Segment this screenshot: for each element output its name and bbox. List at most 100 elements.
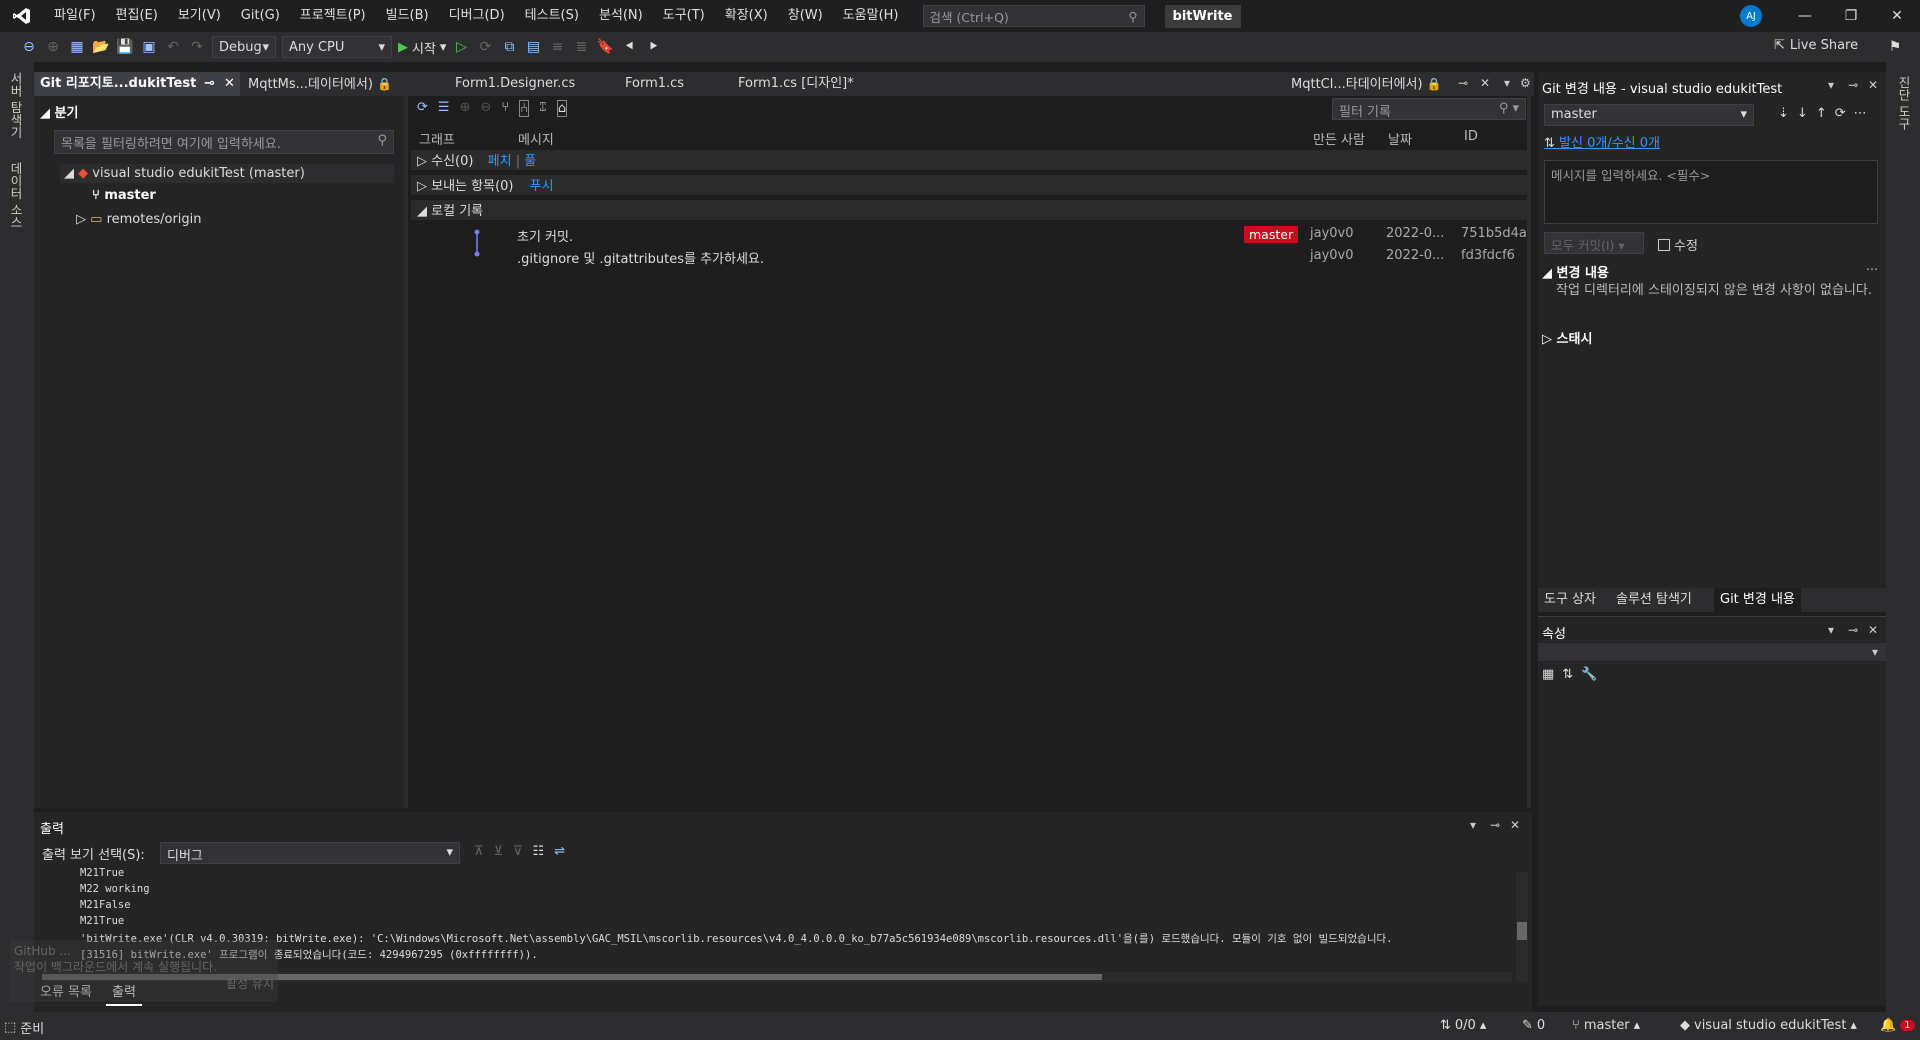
push-icon[interactable]: ↑ xyxy=(1816,106,1827,121)
repo-indicator[interactable]: ◆ visual studio edukitTest ▴ xyxy=(1680,1018,1857,1033)
tab-mqttcl[interactable]: MqttCl...타데이터에서) 🔒 xyxy=(1285,72,1485,96)
tab-git-repository[interactable]: Git 리포지토...dukitTest ⊸ ✕ xyxy=(34,72,240,96)
chevron-down-icon[interactable]: ▾ xyxy=(1828,78,1834,92)
notifications-button[interactable]: 🔔 1 xyxy=(1880,1018,1915,1033)
menu-item[interactable]: 창(W) xyxy=(778,0,833,32)
object-select[interactable]: ▾ xyxy=(1538,643,1886,661)
pin-icon[interactable]: ⊸ xyxy=(1490,818,1500,832)
menu-item[interactable]: 디버그(D) xyxy=(439,0,515,32)
branch-master[interactable]: ⑂ master xyxy=(92,188,156,203)
sync-indicator[interactable]: ⇅ 0/0 ▴ xyxy=(1440,1018,1486,1033)
pin-icon[interactable]: ⊸ xyxy=(1848,78,1858,92)
server-explorer-tab[interactable]: 서버 탐색기 xyxy=(6,72,25,138)
branches-header[interactable]: ◢ 분기 xyxy=(40,102,78,121)
bookmark-icon[interactable]: 🔖 xyxy=(596,38,614,56)
vertical-scrollbar[interactable] xyxy=(1516,872,1528,982)
layout-icon[interactable]: ▤ xyxy=(524,38,542,56)
back-icon[interactable]: ⊖ xyxy=(20,38,38,56)
next-message-icon[interactable]: ⊽ xyxy=(513,844,523,859)
pin-icon[interactable]: ⊸ xyxy=(204,72,215,96)
tab-form1-designer[interactable]: Form1.Designer.cs xyxy=(449,72,609,96)
word-wrap-icon[interactable]: ⇌ xyxy=(554,844,565,859)
start-button[interactable]: ▶ 시작 ▾ xyxy=(398,38,446,57)
remote-branches-icon[interactable]: ⑄ xyxy=(539,100,547,117)
list-icon[interactable]: ☰ xyxy=(438,100,450,117)
incoming-section[interactable]: ▷ 수신(0) 페치 | 풀 xyxy=(411,150,1527,170)
diagnostic-tools-tab[interactable]: 진단 도구 xyxy=(1894,76,1913,130)
prev-message-icon[interactable]: ⊻ xyxy=(494,844,504,859)
local-branches-icon[interactable]: ⑃ xyxy=(519,100,529,117)
tab-mqttms[interactable]: MqttMs...데이터에서) 🔒 xyxy=(242,72,432,96)
search-box[interactable]: 검색 (Ctrl+Q) ⚲ xyxy=(922,5,1145,27)
menu-item[interactable]: 빌드(B) xyxy=(376,0,439,32)
close-icon[interactable]: ✕ xyxy=(1868,78,1878,92)
bookmark-prev-icon[interactable]: ⯇ xyxy=(620,38,638,56)
more-icon[interactable]: ⋯ xyxy=(1866,262,1878,276)
hot-reload-icon[interactable]: ⟳ xyxy=(476,38,494,56)
output-source-select[interactable]: 디버그 ▾ xyxy=(160,842,460,864)
close-window-button[interactable]: ✕ xyxy=(1874,0,1920,32)
new-project-icon[interactable]: ▦ xyxy=(68,38,86,56)
gear-icon[interactable]: ⚙ xyxy=(1520,76,1531,90)
categorized-icon[interactable]: ▦ xyxy=(1542,667,1554,682)
config-select[interactable]: Debug ▾ xyxy=(212,36,276,58)
tab-form1-design[interactable]: Form1.cs [디자인]* xyxy=(732,72,912,96)
col-date[interactable]: 날짜 xyxy=(1388,129,1412,148)
remotes-origin-node[interactable]: ▷ ▭ remotes/origin xyxy=(76,212,202,227)
outgoing-section[interactable]: ▷ 보내는 항목(0) 푸시 xyxy=(411,175,1527,195)
history-filter-input[interactable]: 필터 기록 ⚲ ▾ xyxy=(1332,98,1526,120)
menu-item[interactable]: 도움말(H) xyxy=(833,0,909,32)
format-icon[interactable]: ≡ xyxy=(548,38,566,56)
branch-filter-input[interactable]: 목록을 필터링하려면 여기에 입력하세요. ⚲ xyxy=(54,130,394,154)
pending-changes-indicator[interactable]: ✎ 0 xyxy=(1522,1018,1545,1033)
menu-item[interactable]: 편집(E) xyxy=(106,0,168,32)
close-icon[interactable]: ✕ xyxy=(224,72,235,96)
stash-header[interactable]: ▷ 스태시 xyxy=(1542,328,1592,347)
close-icon[interactable]: ✕ xyxy=(1480,76,1490,90)
more-icon[interactable]: ⋯ xyxy=(1854,106,1867,121)
pull-icon[interactable]: ↓ xyxy=(1797,106,1808,121)
alphabetical-icon[interactable]: ⇅ xyxy=(1562,667,1573,682)
live-share-button[interactable]: ⇱ Live Share xyxy=(1774,38,1858,53)
save-all-icon[interactable]: ▣ xyxy=(140,38,158,56)
bookmark-next-icon[interactable]: ⯈ xyxy=(644,38,662,56)
zoom-out-icon[interactable]: ⊖ xyxy=(480,100,491,117)
pin-icon[interactable]: ⊸ xyxy=(1848,623,1858,637)
branch-indicator[interactable]: ⑂ master ▴ xyxy=(1572,1018,1640,1033)
fetch-icon[interactable]: ⇣ xyxy=(1778,106,1789,121)
tab-list-chevron-icon[interactable]: ▾ xyxy=(1504,76,1510,90)
forward-icon[interactable]: ⊕ xyxy=(44,38,62,56)
clear-all-icon[interactable]: ☷ xyxy=(533,844,545,859)
chevron-down-icon[interactable]: ▾ xyxy=(1470,818,1476,832)
sync-status-link[interactable]: ⇅ 발신 0개/수신 0개 xyxy=(1544,132,1660,151)
local-history-section[interactable]: ◢ 로컬 기록 xyxy=(411,200,1527,220)
feedback-icon[interactable]: ⚑ xyxy=(1886,38,1904,56)
open-icon[interactable]: 📂 xyxy=(92,38,110,56)
col-graph[interactable]: 그래프 xyxy=(419,129,455,148)
tags-icon[interactable]: ⌂ xyxy=(556,100,568,117)
commit-row[interactable]: 초기 커밋. master jay0v0 2022-0... 751b5d4a xyxy=(411,226,1527,246)
amend-checkbox[interactable]: 수정 xyxy=(1658,235,1698,254)
visual-studio-logo-icon[interactable] xyxy=(0,0,44,32)
platform-select[interactable]: Any CPU ▾ xyxy=(282,36,392,58)
menu-item[interactable]: 분석(N) xyxy=(589,0,653,32)
sync-icon[interactable]: ⟳ xyxy=(1835,106,1846,121)
menu-item[interactable]: 보기(V) xyxy=(168,0,231,32)
redo-icon[interactable]: ↷ xyxy=(188,38,206,56)
browser-link-icon[interactable]: ⧉ xyxy=(500,38,518,56)
menu-item[interactable]: 도구(T) xyxy=(653,0,715,32)
menu-item[interactable]: 프로젝트(P) xyxy=(290,0,376,32)
fetch-link[interactable]: 페치 xyxy=(488,154,512,169)
undo-icon[interactable]: ↶ xyxy=(164,38,182,56)
col-id[interactable]: ID xyxy=(1464,129,1478,144)
minimize-button[interactable]: — xyxy=(1782,0,1828,32)
refresh-icon[interactable]: ⟳ xyxy=(417,100,428,117)
find-icon[interactable]: ⊼ xyxy=(474,844,484,859)
menu-item[interactable]: 테스트(S) xyxy=(515,0,589,32)
tab-git-changes[interactable]: Git 변경 내용 xyxy=(1714,588,1801,612)
tab-solution-explorer[interactable]: 솔루션 탐색기 xyxy=(1610,588,1698,612)
restore-button[interactable]: ❐ xyxy=(1828,0,1874,32)
start-without-debug-icon[interactable]: ▷ xyxy=(452,38,470,56)
commit-all-button[interactable]: 모두 커밋(I) ▾ xyxy=(1544,232,1644,254)
commit-message-input[interactable]: 메시지를 입력하세요. <필수> xyxy=(1544,160,1878,224)
